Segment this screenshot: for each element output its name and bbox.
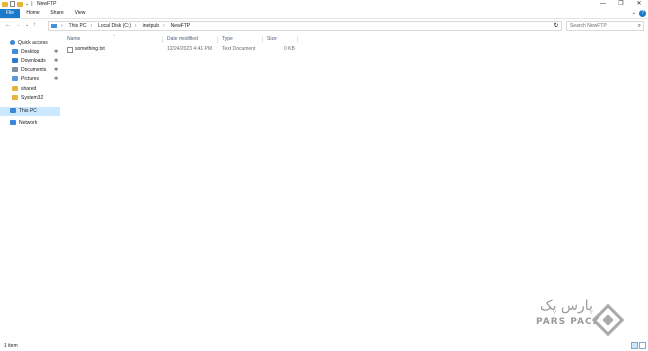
download-icon — [12, 58, 18, 64]
sidebar-item-label: Downloads — [21, 58, 46, 64]
column-divider[interactable] — [162, 36, 163, 43]
search-icon[interactable]: ⌕ — [638, 22, 641, 30]
forward-arrow-icon[interactable]: → — [15, 22, 21, 28]
watermark-persian: پارس پک — [540, 298, 593, 314]
window-title: NewFTP — [37, 1, 57, 7]
documents-icon — [12, 67, 18, 73]
breadcrumb-separator[interactable]: › — [135, 23, 137, 29]
column-header-type[interactable]: Type — [222, 35, 262, 44]
search-placeholder: Search NewFTP — [570, 23, 607, 29]
tab-home[interactable]: Home — [22, 9, 44, 18]
sidebar-item-label: Pictures — [21, 76, 40, 82]
sidebar-item-pictures[interactable]: Pictures — [12, 75, 39, 84]
search-input[interactable]: Search NewFTP ⌕ — [566, 21, 644, 31]
navigation-pane: Quick access Desktop ✱ Downloads ✱ Docum… — [0, 35, 60, 341]
breadcrumb-this-pc[interactable]: This PC — [69, 23, 87, 29]
file-size: 0 KB — [284, 46, 295, 52]
recent-locations-icon[interactable]: ⌄ — [25, 22, 29, 28]
column-divider[interactable] — [262, 36, 263, 43]
pin-icon[interactable]: ✱ — [54, 75, 58, 84]
breadcrumb-newftp[interactable]: NewFTP — [171, 23, 190, 29]
star-icon — [10, 40, 15, 46]
folder-icon — [12, 95, 18, 101]
diamond-logo-icon — [592, 304, 624, 336]
column-header-date[interactable]: Date modified — [167, 35, 217, 44]
status-bar: 1 item — [0, 341, 648, 351]
file-name[interactable]: something.txt — [75, 45, 105, 54]
sidebar-item-system32[interactable]: System32 — [12, 94, 43, 103]
address-row: ← → ⌄ ↑ › This PC › Local Disk (C:) › in… — [0, 19, 648, 33]
text-file-icon — [67, 47, 73, 53]
file-date: 12/24/2023 4:41 PM — [167, 46, 213, 52]
sidebar-item-label: Documents — [21, 67, 47, 73]
pin-icon[interactable]: ✱ — [54, 48, 58, 57]
quick-access-toolbar: ⌄ | — [2, 1, 33, 7]
pictures-icon — [12, 76, 18, 82]
computer-icon — [51, 24, 57, 28]
column-divider[interactable] — [297, 36, 298, 43]
maximize-button[interactable]: ❐ — [612, 0, 630, 9]
breadcrumb-separator[interactable]: › — [163, 23, 165, 29]
sidebar-item-label: Quick access — [18, 40, 48, 46]
folder-icon[interactable] — [2, 1, 8, 7]
chevron-down-icon[interactable]: ⌄ — [632, 10, 636, 16]
back-arrow-icon[interactable]: ← — [5, 22, 11, 28]
sidebar-item-documents[interactable]: Documents — [12, 66, 46, 75]
sidebar-item-label: Desktop — [21, 49, 40, 55]
sidebar-item-label: shared — [21, 86, 37, 92]
sidebar-item-desktop[interactable]: Desktop — [12, 48, 39, 57]
sidebar-item-downloads[interactable]: Downloads — [12, 57, 46, 66]
sidebar-item-quick-access[interactable]: Quick access — [10, 39, 48, 48]
ribbon: File Home Share View ⌄ ? — [0, 9, 648, 19]
column-header-size[interactable]: Size — [267, 35, 297, 44]
title-bar: ⌄ | NewFTP — ❐ ✕ — [0, 0, 648, 9]
watermark-logo: پارس پک PARS PACK — [510, 298, 634, 336]
tab-view[interactable]: View — [70, 9, 90, 18]
item-count: 1 item — [4, 343, 18, 349]
sidebar-item-network[interactable]: Network — [10, 119, 37, 128]
pin-icon[interactable]: ✱ — [54, 57, 58, 66]
sidebar-item-label: Network — [19, 120, 38, 126]
breadcrumb-separator: › — [61, 23, 63, 29]
breadcrumb-inetpub[interactable]: inetpub — [143, 23, 159, 29]
file-type: Text Document — [222, 46, 256, 52]
details-view-icon[interactable] — [631, 342, 638, 349]
watermark-english: PARS PACK — [536, 317, 601, 327]
pin-icon[interactable]: ✱ — [54, 66, 58, 75]
computer-icon — [10, 108, 16, 114]
title-separator: | — [31, 1, 33, 7]
properties-icon[interactable] — [10, 1, 15, 7]
folder-icon — [12, 86, 18, 92]
refresh-icon[interactable]: ↻ — [551, 21, 561, 31]
help-icon[interactable]: ? — [639, 10, 646, 17]
tab-share[interactable]: Share — [46, 9, 68, 18]
column-divider[interactable] — [217, 36, 218, 43]
sidebar-item-label: This PC — [19, 108, 37, 114]
column-header-name[interactable]: Name — [67, 35, 157, 44]
address-bar[interactable]: › This PC › Local Disk (C:) › inetpub › … — [48, 21, 562, 31]
sidebar-item-this-pc[interactable]: This PC — [0, 107, 60, 116]
customize-toolbar-icon[interactable]: ⌄ — [25, 1, 29, 7]
up-arrow-icon[interactable]: ↑ — [33, 22, 36, 28]
large-icons-view-icon[interactable] — [639, 342, 646, 349]
new-folder-icon[interactable] — [17, 1, 23, 7]
network-icon — [10, 120, 16, 126]
file-list: ^ Name Date modified Type Size something… — [60, 33, 648, 341]
minimize-button[interactable]: — — [594, 0, 612, 9]
sidebar-item-shared[interactable]: shared — [12, 85, 36, 94]
sidebar-item-label: System32 — [21, 95, 44, 101]
tab-file[interactable]: File — [0, 9, 20, 18]
breadcrumb-local-disk[interactable]: Local Disk (C:) — [98, 23, 131, 29]
breadcrumb-separator[interactable]: › — [90, 23, 92, 29]
desktop-icon — [12, 49, 18, 55]
close-button[interactable]: ✕ — [630, 0, 648, 9]
